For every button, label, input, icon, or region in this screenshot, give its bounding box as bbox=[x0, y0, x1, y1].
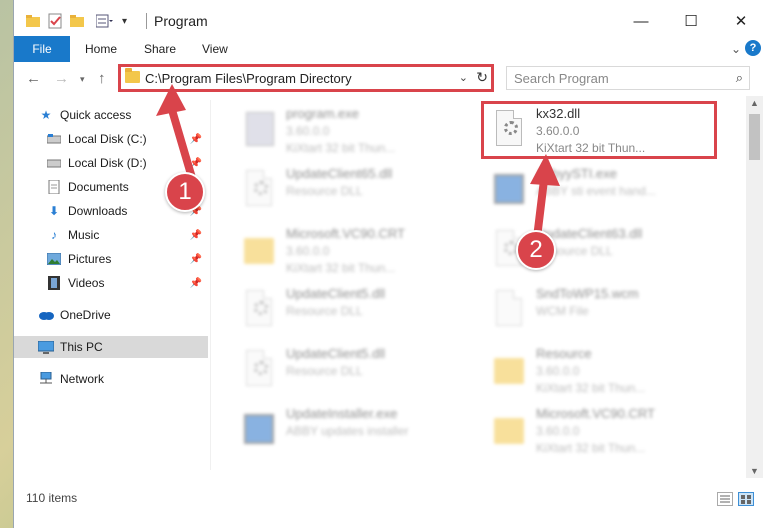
sidebar-item-onedrive[interactable]: OneDrive bbox=[14, 304, 208, 326]
tab-view[interactable]: View bbox=[202, 36, 228, 62]
help-icon[interactable]: ? bbox=[745, 40, 761, 56]
sidebar-item-videos[interactable]: Videos 📌 bbox=[14, 272, 208, 294]
computer-icon bbox=[38, 340, 54, 354]
vertical-scrollbar[interactable]: ▲ ▼ bbox=[746, 96, 763, 478]
folder-icon bbox=[242, 230, 276, 270]
up-arrow-icon[interactable]: ↑ bbox=[98, 70, 106, 87]
maximize-icon[interactable]: ☐ bbox=[668, 8, 714, 34]
documents-icon bbox=[46, 180, 62, 194]
app-icon bbox=[242, 410, 276, 450]
explorer-window: ▾ Program — ☐ ✕ File Home Share View ⌄ ?… bbox=[13, 0, 769, 528]
forward-arrow-icon[interactable]: → bbox=[54, 70, 69, 87]
network-icon bbox=[38, 372, 54, 386]
scroll-down-icon[interactable]: ▼ bbox=[746, 466, 763, 476]
sidebar-item-music[interactable]: ♪ Music 📌 bbox=[14, 224, 208, 246]
sidebar-item-label: Videos bbox=[68, 276, 105, 290]
star-icon: ★ bbox=[40, 108, 52, 122]
pin-icon[interactable]: 📌 bbox=[190, 254, 202, 265]
tab-home[interactable]: Home bbox=[85, 36, 117, 62]
scroll-up-icon[interactable]: ▲ bbox=[746, 98, 763, 108]
new-folder-icon[interactable] bbox=[70, 12, 84, 30]
music-icon: ♪ bbox=[51, 228, 57, 242]
pin-icon[interactable]: 📌 bbox=[190, 278, 202, 289]
sidebar-item-label: Documents bbox=[68, 180, 129, 194]
file-item[interactable]: Microsoft.VC90.CRT 3.60.0.0 KiXtart 32 b… bbox=[484, 402, 724, 458]
pin-icon[interactable]: 📌 bbox=[190, 230, 202, 241]
sidebar-item-pictures[interactable]: Pictures 📌 bbox=[14, 248, 208, 270]
refresh-icon[interactable]: ↻ bbox=[476, 69, 488, 86]
folder-icon bbox=[492, 410, 526, 450]
file-item[interactable]: Resource 3.60.0.0 KiXtart 32 bit Thun... bbox=[484, 342, 724, 398]
address-dropdown-icon[interactable]: ⌄ bbox=[459, 71, 468, 84]
folder-icon bbox=[492, 350, 526, 390]
cloud-icon bbox=[38, 308, 54, 322]
file-item[interactable]: SndToWP15.wcm WCM File bbox=[484, 282, 724, 338]
drive-icon bbox=[46, 156, 62, 170]
back-arrow-icon[interactable]: ← bbox=[26, 70, 41, 87]
sidebar-item-label: Downloads bbox=[68, 204, 128, 218]
title-separator bbox=[146, 13, 147, 29]
file-item[interactable]: program.exe 3.60.0.0 KiXtart 32 bit Thun… bbox=[234, 102, 474, 158]
folder-icon[interactable] bbox=[26, 12, 40, 30]
sidebar-item-label: OneDrive bbox=[60, 308, 111, 322]
sidebar-item-label: Local Disk (C:) bbox=[68, 132, 147, 146]
pictures-icon bbox=[46, 252, 62, 266]
sidebar-item-label: Pictures bbox=[68, 252, 112, 266]
title-bar: ▾ Program — ☐ ✕ bbox=[14, 0, 769, 40]
qat-dropdown-icon[interactable]: ▾ bbox=[122, 12, 127, 30]
ribbon: File Home Share View ⌄ ? bbox=[14, 36, 769, 63]
file-item[interactable]: UpdateClient5.dll Resource DLL bbox=[234, 342, 474, 398]
sidebar-item-network[interactable]: Network bbox=[14, 368, 208, 390]
tab-share[interactable]: Share bbox=[144, 36, 176, 62]
download-icon: ⬇ bbox=[48, 204, 60, 218]
file-icon bbox=[492, 290, 526, 330]
dll-icon bbox=[242, 170, 276, 210]
dll-icon bbox=[242, 350, 276, 390]
search-box[interactable]: Search Program ⌕ bbox=[506, 66, 750, 90]
callout-badge-2: 2 bbox=[516, 230, 556, 270]
search-input[interactable]: Search Program bbox=[514, 71, 609, 86]
large-icons-view-icon[interactable] bbox=[738, 492, 754, 506]
sidebar-item-label: Music bbox=[68, 228, 100, 242]
sidebar-item-label: Local Disk (D:) bbox=[68, 156, 147, 170]
address-folder-icon bbox=[125, 68, 140, 83]
video-icon bbox=[46, 276, 62, 290]
file-item[interactable]: UpdateClient5.dll Resource DLL bbox=[234, 282, 474, 338]
file-item[interactable]: UpdateInstaller.exe ABBY updates install… bbox=[234, 402, 474, 458]
drive-icon bbox=[46, 132, 62, 146]
exe-icon bbox=[242, 110, 276, 150]
details-view-icon[interactable] bbox=[717, 492, 733, 506]
file-item[interactable]: UpdateClient65.dll Resource DLL bbox=[234, 162, 474, 218]
recent-dropdown-icon[interactable]: ▾ bbox=[80, 74, 85, 85]
item-count: 110 items bbox=[26, 491, 78, 505]
sidebar-item-label: Quick access bbox=[60, 108, 132, 122]
close-icon[interactable]: ✕ bbox=[718, 8, 764, 34]
customize-icon[interactable] bbox=[96, 12, 114, 30]
search-icon[interactable]: ⌕ bbox=[736, 70, 743, 86]
window-title: Program bbox=[154, 13, 208, 29]
tab-file[interactable]: File bbox=[14, 36, 70, 62]
dll-icon bbox=[242, 290, 276, 330]
navigation-bar: ← → ▾ ↑ C:\Program Files\Program Directo… bbox=[14, 62, 769, 96]
file-item[interactable]: Microsoft.VC90.CRT 3.60.0.0 KiXtart 32 b… bbox=[234, 222, 474, 278]
scrollbar-thumb[interactable] bbox=[749, 114, 760, 160]
expand-ribbon-icon[interactable]: ⌄ bbox=[731, 42, 741, 56]
minimize-icon[interactable]: — bbox=[618, 8, 664, 34]
sidebar-item-this-pc[interactable]: This PC bbox=[14, 336, 208, 358]
callout-badge-1: 1 bbox=[165, 172, 205, 212]
properties-icon[interactable] bbox=[48, 12, 62, 30]
sidebar-item-label: This PC bbox=[60, 340, 103, 354]
sidebar-item-label: Network bbox=[60, 372, 105, 386]
